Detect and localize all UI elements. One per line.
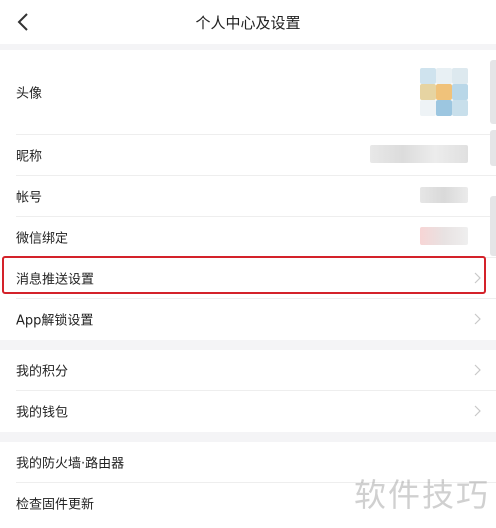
- app-lock-label: App解锁设置: [16, 313, 94, 329]
- account-label: 帐号: [16, 190, 43, 206]
- row-avatar[interactable]: 头像: [0, 50, 496, 134]
- row-push-settings[interactable]: 消息推送设置: [0, 258, 496, 298]
- avatar-label: 头像: [16, 86, 43, 102]
- push-settings-label: 消息推送设置: [16, 272, 95, 288]
- wallet-section: 我的积分 我的钱包: [0, 350, 496, 432]
- edge-artifact: [490, 196, 496, 256]
- account-value-redacted: [420, 187, 468, 203]
- row-app-lock[interactable]: App解锁设置: [0, 299, 496, 340]
- points-label: 我的积分: [16, 364, 69, 380]
- row-nickname[interactable]: 昵称: [0, 135, 496, 175]
- chevron-right-icon: [474, 405, 481, 417]
- edge-artifact: [490, 130, 496, 166]
- avatar: [420, 68, 468, 116]
- wechat-label: 微信绑定: [16, 231, 69, 247]
- edge-artifact: [490, 60, 496, 124]
- firmware-update-label: 检查固件更新: [16, 497, 95, 513]
- chevron-right-icon: [474, 272, 481, 284]
- profile-section: 头像 昵称 帐号 微信绑定 消息推送设置 App解锁设置: [0, 50, 496, 340]
- row-account[interactable]: 帐号: [0, 176, 496, 216]
- page-title: 个人中心及设置: [195, 14, 301, 32]
- nickname-label: 昵称: [16, 149, 43, 165]
- watermark: 软件技巧: [353, 476, 490, 514]
- row-wechat[interactable]: 微信绑定: [0, 217, 496, 257]
- chevron-right-icon: [474, 313, 481, 325]
- top-bar: 个人中心及设置: [0, 0, 496, 44]
- wechat-value-redacted: [420, 227, 468, 245]
- row-points[interactable]: 我的积分: [0, 350, 496, 390]
- wallet-label: 我的钱包: [16, 405, 69, 421]
- row-wallet[interactable]: 我的钱包: [0, 391, 496, 432]
- nickname-value-redacted: [370, 145, 468, 163]
- firewall-label: 我的防火墙·路由器: [16, 456, 125, 472]
- chevron-right-icon: [474, 364, 481, 376]
